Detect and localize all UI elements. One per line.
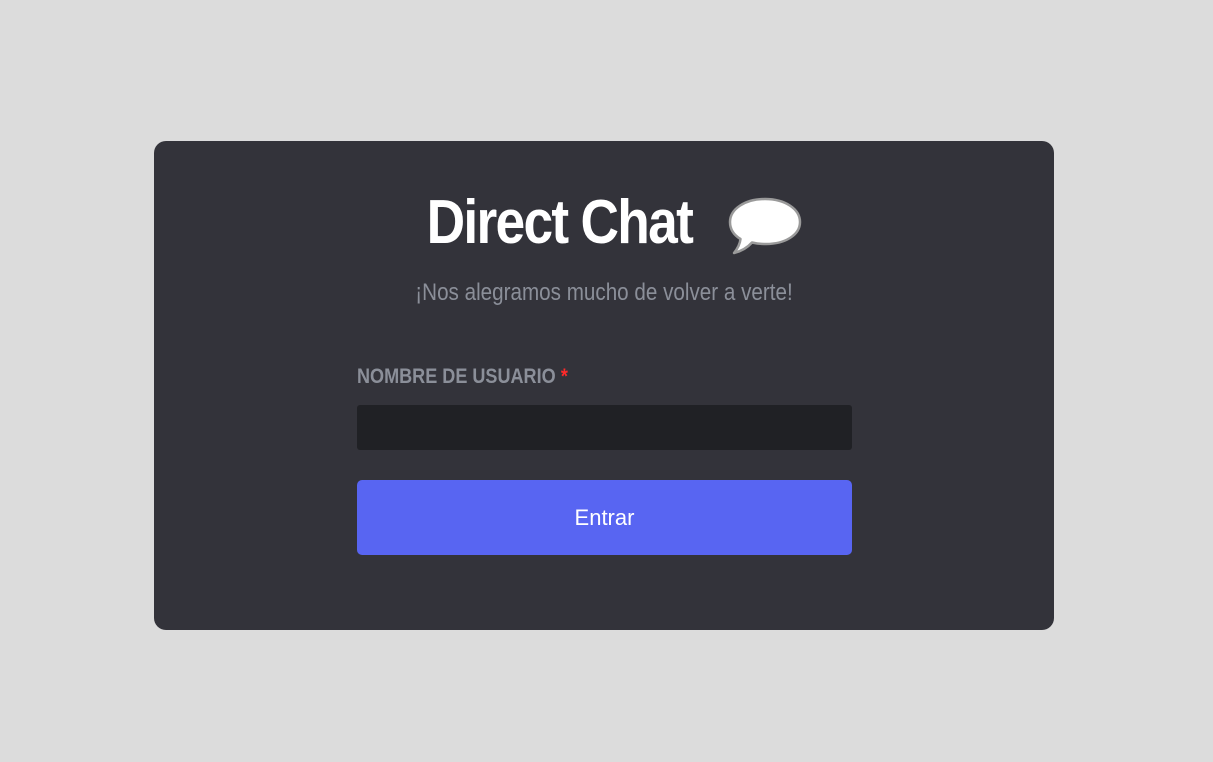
welcome-subtitle: ¡Nos alegramos mucho de volver a verte! [415, 279, 793, 306]
username-label: NOMBRE DE USUARIO * [357, 364, 568, 390]
required-marker: * [560, 365, 568, 388]
title-row: Direct Chat [154, 183, 1054, 263]
login-card: Direct Chat ¡Nos alegramos mucho de volv… [154, 141, 1054, 630]
speech-bubble-icon [729, 197, 802, 255]
username-input[interactable] [357, 405, 852, 450]
login-button[interactable]: Entrar [357, 480, 852, 555]
app-title: Direct Chat [426, 188, 693, 257]
username-label-text: NOMBRE DE USUARIO [357, 365, 556, 388]
